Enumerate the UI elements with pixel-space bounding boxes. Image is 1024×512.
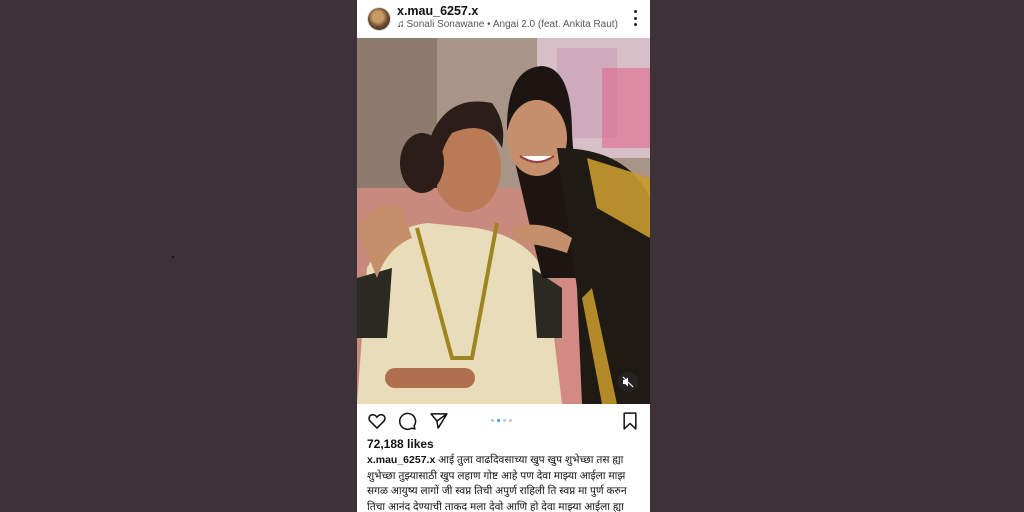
music-line[interactable]: ♫ Sonali Sonawane • Angai 2.0 (feat. Ank… [397,19,618,30]
carousel-dot [509,419,512,422]
carousel-dot [503,419,506,422]
likes-count[interactable]: 72,188 likes [367,437,434,451]
more-vertical-icon[interactable] [632,10,638,26]
carousel-dot [491,419,494,422]
action-bar [357,404,650,438]
username[interactable]: x.mau_6257.x [397,4,478,18]
carousel-dot-active [497,419,500,422]
caption-username[interactable]: x.mau_6257.x [367,454,435,466]
muted-icon[interactable] [618,372,638,392]
background-speck [172,256,174,258]
send-icon[interactable] [429,411,449,431]
carousel-indicator [491,419,512,422]
post-photo[interactable] [357,38,650,404]
avatar[interactable] [367,7,391,31]
instagram-post: x.mau_6257.x ♫ Sonali Sonawane • Angai 2… [357,0,650,512]
post-header: x.mau_6257.x ♫ Sonali Sonawane • Angai 2… [357,0,650,38]
heart-icon[interactable] [367,411,387,431]
post-caption: x.mau_6257.x आई तुला वाढदिवसाच्या खुप खु… [367,453,643,512]
bookmark-icon[interactable] [620,411,640,431]
music-note-icon: ♫ [397,19,405,30]
photo-illustration [357,38,650,404]
comment-icon[interactable] [397,411,417,431]
music-label: Sonali Sonawane • Angai 2.0 (feat. Ankit… [406,19,618,30]
